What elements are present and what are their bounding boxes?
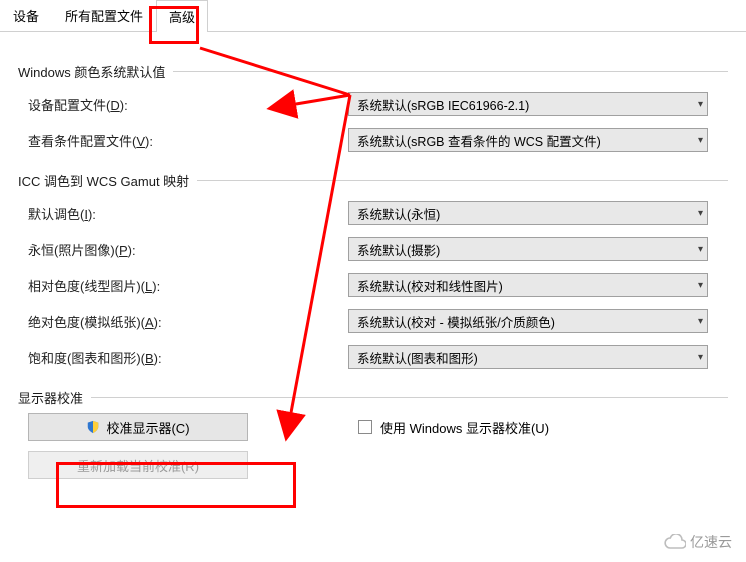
dropdown-device-profile[interactable]: 系统默认(sRGB IEC61966-2.1) ▾ xyxy=(348,92,708,116)
section-title: 显示器校准 xyxy=(18,388,83,407)
use-windows-calibration[interactable]: 使用 Windows 显示器校准(U) xyxy=(358,418,549,437)
shield-icon xyxy=(86,420,100,434)
chevron-down-icon: ▾ xyxy=(698,99,703,110)
calibrate-display-button[interactable]: 校准显示器(C) xyxy=(28,413,248,441)
row-relative: 相对色度(线型图片)(L): 系统默认(校对和线性图片) ▾ xyxy=(28,272,728,298)
dropdown-perceptual[interactable]: 系统默认(摄影) ▾ xyxy=(348,237,708,261)
dropdown-value: 系统默认(sRGB 查看条件的 WCS 配置文件) xyxy=(357,131,601,150)
watermark-text: 亿速云 xyxy=(690,532,732,552)
watermark: 亿速云 xyxy=(664,532,732,552)
button-label: 校准显示器(C) xyxy=(106,418,189,437)
row-reload: 重新加载当前校准(R) xyxy=(28,451,728,479)
row-viewing-profile: 查看条件配置文件(V): 系统默认(sRGB 查看条件的 WCS 配置文件) ▾ xyxy=(28,127,728,153)
section-title: Windows 颜色系统默认值 xyxy=(18,62,165,81)
row-absolute: 绝对色度(模拟纸张)(A): 系统默认(校对 - 模拟纸张/介质颜色) ▾ xyxy=(28,308,728,334)
cloud-icon xyxy=(664,534,686,550)
dropdown-value: 系统默认(摄影) xyxy=(357,240,440,259)
label-absolute: 绝对色度(模拟纸张)(A): xyxy=(28,312,348,331)
button-label: 重新加载当前校准(R) xyxy=(77,456,199,475)
dropdown-relative[interactable]: 系统默认(校对和线性图片) ▾ xyxy=(348,273,708,297)
dropdown-value: 系统默认(图表和图形) xyxy=(357,348,478,367)
dropdown-value: 系统默认(校对 - 模拟纸张/介质颜色) xyxy=(357,312,555,331)
chevron-down-icon: ▾ xyxy=(698,135,703,146)
label-perceptual: 永恒(照片图像)(P): xyxy=(28,240,348,259)
tab-bar: 设备 所有配置文件 高级 xyxy=(0,0,746,32)
label-default-tone: 默认调色(I): xyxy=(28,204,348,223)
tab-content: Windows 颜色系统默认值 设备配置文件(D): 系统默认(sRGB IEC… xyxy=(0,32,746,479)
divider xyxy=(197,180,728,181)
dropdown-value: 系统默认(永恒) xyxy=(357,204,440,223)
dropdown-default-tone[interactable]: 系统默认(永恒) ▾ xyxy=(348,201,708,225)
label-relative: 相对色度(线型图片)(L): xyxy=(28,276,348,295)
chevron-down-icon: ▾ xyxy=(698,208,703,219)
chevron-down-icon: ▾ xyxy=(698,280,703,291)
tab-devices[interactable]: 设备 xyxy=(0,0,52,31)
dropdown-value: 系统默认(校对和线性图片) xyxy=(357,276,503,295)
reload-calibration-button: 重新加载当前校准(R) xyxy=(28,451,248,479)
row-saturation: 饱和度(图表和图形)(B): 系统默认(图表和图形) ▾ xyxy=(28,344,728,370)
row-device-profile: 设备配置文件(D): 系统默认(sRGB IEC61966-2.1) ▾ xyxy=(28,91,728,117)
row-default-tone: 默认调色(I): 系统默认(永恒) ▾ xyxy=(28,200,728,226)
tab-label: 所有配置文件 xyxy=(65,9,143,24)
dropdown-value: 系统默认(sRGB IEC61966-2.1) xyxy=(357,95,529,114)
checkbox-icon xyxy=(358,420,372,434)
tab-label: 设备 xyxy=(13,9,39,24)
label-viewing-profile: 查看条件配置文件(V): xyxy=(28,131,348,150)
section-header-calibrate: 显示器校准 xyxy=(18,388,728,407)
label-saturation: 饱和度(图表和图形)(B): xyxy=(28,348,348,367)
section-header-icc: ICC 调色到 WCS Gamut 映射 xyxy=(18,171,728,190)
divider xyxy=(91,397,728,398)
section-header-defaults: Windows 颜色系统默认值 xyxy=(18,62,728,81)
tab-advanced[interactable]: 高级 xyxy=(156,0,208,32)
chevron-down-icon: ▾ xyxy=(698,352,703,363)
section-title: ICC 调色到 WCS Gamut 映射 xyxy=(18,171,189,190)
divider xyxy=(173,71,728,72)
tab-label: 高级 xyxy=(169,10,195,25)
row-perceptual: 永恒(照片图像)(P): 系统默认(摄影) ▾ xyxy=(28,236,728,262)
checkbox-label: 使用 Windows 显示器校准(U) xyxy=(380,418,549,437)
dropdown-absolute[interactable]: 系统默认(校对 - 模拟纸张/介质颜色) ▾ xyxy=(348,309,708,333)
chevron-down-icon: ▾ xyxy=(698,316,703,327)
tab-all-profiles[interactable]: 所有配置文件 xyxy=(52,0,156,31)
dropdown-saturation[interactable]: 系统默认(图表和图形) ▾ xyxy=(348,345,708,369)
chevron-down-icon: ▾ xyxy=(698,244,703,255)
label-device-profile: 设备配置文件(D): xyxy=(28,95,348,114)
dropdown-viewing-profile[interactable]: 系统默认(sRGB 查看条件的 WCS 配置文件) ▾ xyxy=(348,128,708,152)
row-calibrate: 校准显示器(C) 使用 Windows 显示器校准(U) xyxy=(28,413,728,441)
